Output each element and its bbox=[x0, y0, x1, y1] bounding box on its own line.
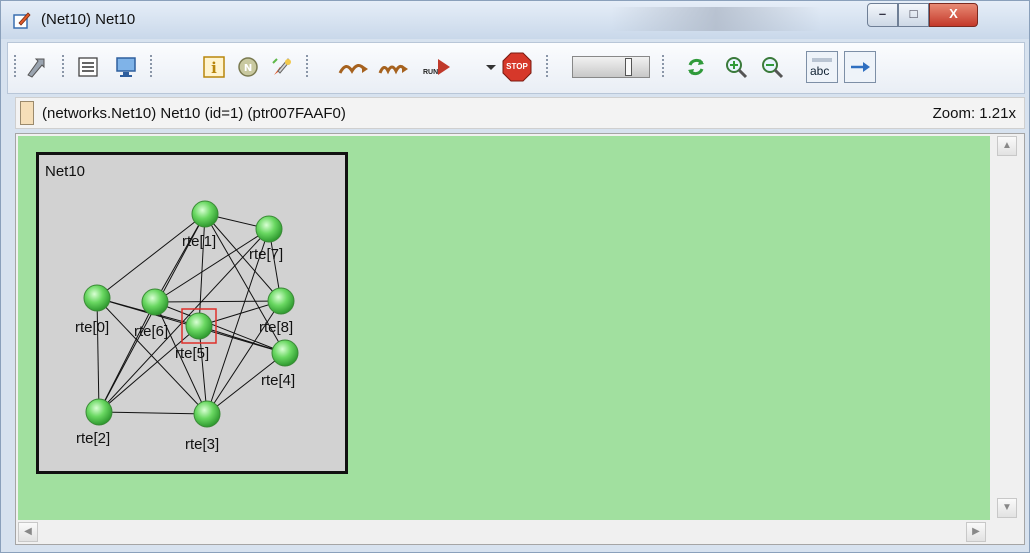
network-graph bbox=[83, 200, 299, 428]
minimize-button[interactable]: – bbox=[867, 3, 898, 27]
edit-network-icon bbox=[13, 12, 31, 29]
close-button[interactable]: X bbox=[929, 3, 978, 27]
scroll-corner bbox=[990, 520, 1024, 544]
network-canvas[interactable]: Net10 rte[0] rte[1] rte[2] rte[3] rte[4] rte[… bbox=[18, 136, 990, 520]
stop-button[interactable]: STOP bbox=[502, 52, 532, 82]
router-node-rte5[interactable] bbox=[185, 312, 213, 340]
node-label: rte[3] bbox=[185, 436, 220, 453]
node-label: rte[4] bbox=[261, 372, 296, 389]
router-node-rte4[interactable] bbox=[271, 339, 299, 367]
scroll-left-icon[interactable]: ◀ bbox=[18, 522, 38, 542]
node-label: rte[6] bbox=[134, 323, 169, 340]
arrow-toggle[interactable] bbox=[844, 51, 876, 83]
toolbar-separator bbox=[546, 55, 548, 79]
scroll-up-icon[interactable]: ▲ bbox=[997, 136, 1017, 156]
refresh-icon[interactable] bbox=[684, 55, 708, 79]
router-node-rte7[interactable] bbox=[255, 215, 283, 243]
node-label: rte[1] bbox=[182, 233, 217, 250]
labels-toggle-bar bbox=[812, 58, 832, 62]
router-node-rte2[interactable] bbox=[85, 398, 113, 426]
dropdown-icon[interactable] bbox=[484, 55, 498, 79]
run-button[interactable]: RUN bbox=[420, 55, 454, 79]
network-link[interactable] bbox=[96, 297, 100, 413]
network-link[interactable] bbox=[96, 213, 206, 299]
run-label: RUN bbox=[423, 69, 439, 76]
network-module[interactable]: Net10 rte[0] rte[1] rte[2] rte[3] rte[4] rte[… bbox=[36, 152, 348, 474]
toolbar-separator bbox=[306, 55, 308, 79]
maximize-icon: □ bbox=[909, 6, 918, 21]
go-up-icon[interactable] bbox=[24, 55, 48, 79]
router-node-rte1[interactable] bbox=[191, 200, 219, 228]
info-icon[interactable]: i bbox=[202, 55, 226, 79]
toolbar: i N RUN STOP abc bbox=[7, 42, 1025, 94]
network-canvas-frame: Net10 rte[0] rte[1] rte[2] rte[3] rte[4] rte[… bbox=[15, 133, 1025, 545]
router-node-rte0[interactable] bbox=[83, 284, 111, 312]
vertical-scrollbar[interactable]: ▲ ▼ bbox=[990, 134, 1024, 520]
slider-thumb[interactable] bbox=[625, 58, 632, 76]
arrow-right-icon bbox=[851, 62, 870, 72]
router-node-rte6[interactable] bbox=[141, 288, 169, 316]
app-window: (Net10) Net10 – □ X i N RUN STOP abc (ne… bbox=[0, 0, 1030, 553]
module-color-swatch bbox=[20, 101, 34, 125]
zoom-in-icon[interactable] bbox=[724, 55, 748, 79]
network-link[interactable] bbox=[154, 300, 282, 303]
close-icon: X bbox=[949, 6, 958, 21]
module-path: (networks.Net10) Net10 (id=1) (ptr007FAA… bbox=[42, 105, 346, 122]
network-link[interactable] bbox=[98, 228, 270, 413]
toolbar-separator bbox=[150, 55, 152, 79]
labels-toggle-text: abc bbox=[810, 64, 830, 78]
network-icon[interactable]: N bbox=[236, 55, 260, 79]
minimize-icon: – bbox=[878, 6, 887, 21]
node-label: rte[2] bbox=[76, 430, 111, 447]
rocket-icon[interactable] bbox=[270, 55, 294, 79]
list-icon[interactable] bbox=[76, 55, 100, 79]
fast-icon[interactable] bbox=[378, 55, 410, 79]
title-bar[interactable]: (Net10) Net10 – □ X bbox=[1, 1, 1029, 39]
step-icon[interactable] bbox=[338, 55, 370, 79]
maximize-button[interactable]: □ bbox=[898, 3, 929, 27]
svg-text:N: N bbox=[244, 63, 252, 74]
zoom-level: Zoom: 1.21x bbox=[932, 105, 1016, 122]
toolbar-separator bbox=[14, 55, 16, 79]
stop-label: STOP bbox=[506, 62, 528, 71]
network-link[interactable] bbox=[206, 300, 282, 415]
router-node-rte8[interactable] bbox=[267, 287, 295, 315]
window-title: (Net10) Net10 bbox=[41, 11, 136, 28]
svg-text:i: i bbox=[211, 59, 217, 77]
node-label: rte[0] bbox=[75, 319, 110, 336]
horizontal-scrollbar[interactable]: ◀ ▶ bbox=[16, 520, 990, 544]
info-bar: (networks.Net10) Net10 (id=1) (ptr007FAA… bbox=[15, 97, 1025, 129]
scroll-right-icon[interactable]: ▶ bbox=[966, 522, 986, 542]
network-link[interactable] bbox=[98, 411, 208, 415]
title-blur bbox=[611, 7, 821, 31]
node-label: rte[7] bbox=[249, 246, 284, 263]
toolbar-separator bbox=[62, 55, 64, 79]
labels-toggle[interactable]: abc bbox=[806, 51, 838, 83]
zoom-out-icon[interactable] bbox=[760, 55, 784, 79]
toolbar-separator bbox=[662, 55, 664, 79]
node-label: rte[5] bbox=[175, 345, 210, 362]
router-node-rte3[interactable] bbox=[193, 400, 221, 428]
monitor-icon[interactable] bbox=[114, 55, 138, 79]
scroll-down-icon[interactable]: ▼ bbox=[997, 498, 1017, 518]
speed-slider[interactable] bbox=[572, 56, 650, 78]
node-label: rte[8] bbox=[259, 319, 294, 336]
